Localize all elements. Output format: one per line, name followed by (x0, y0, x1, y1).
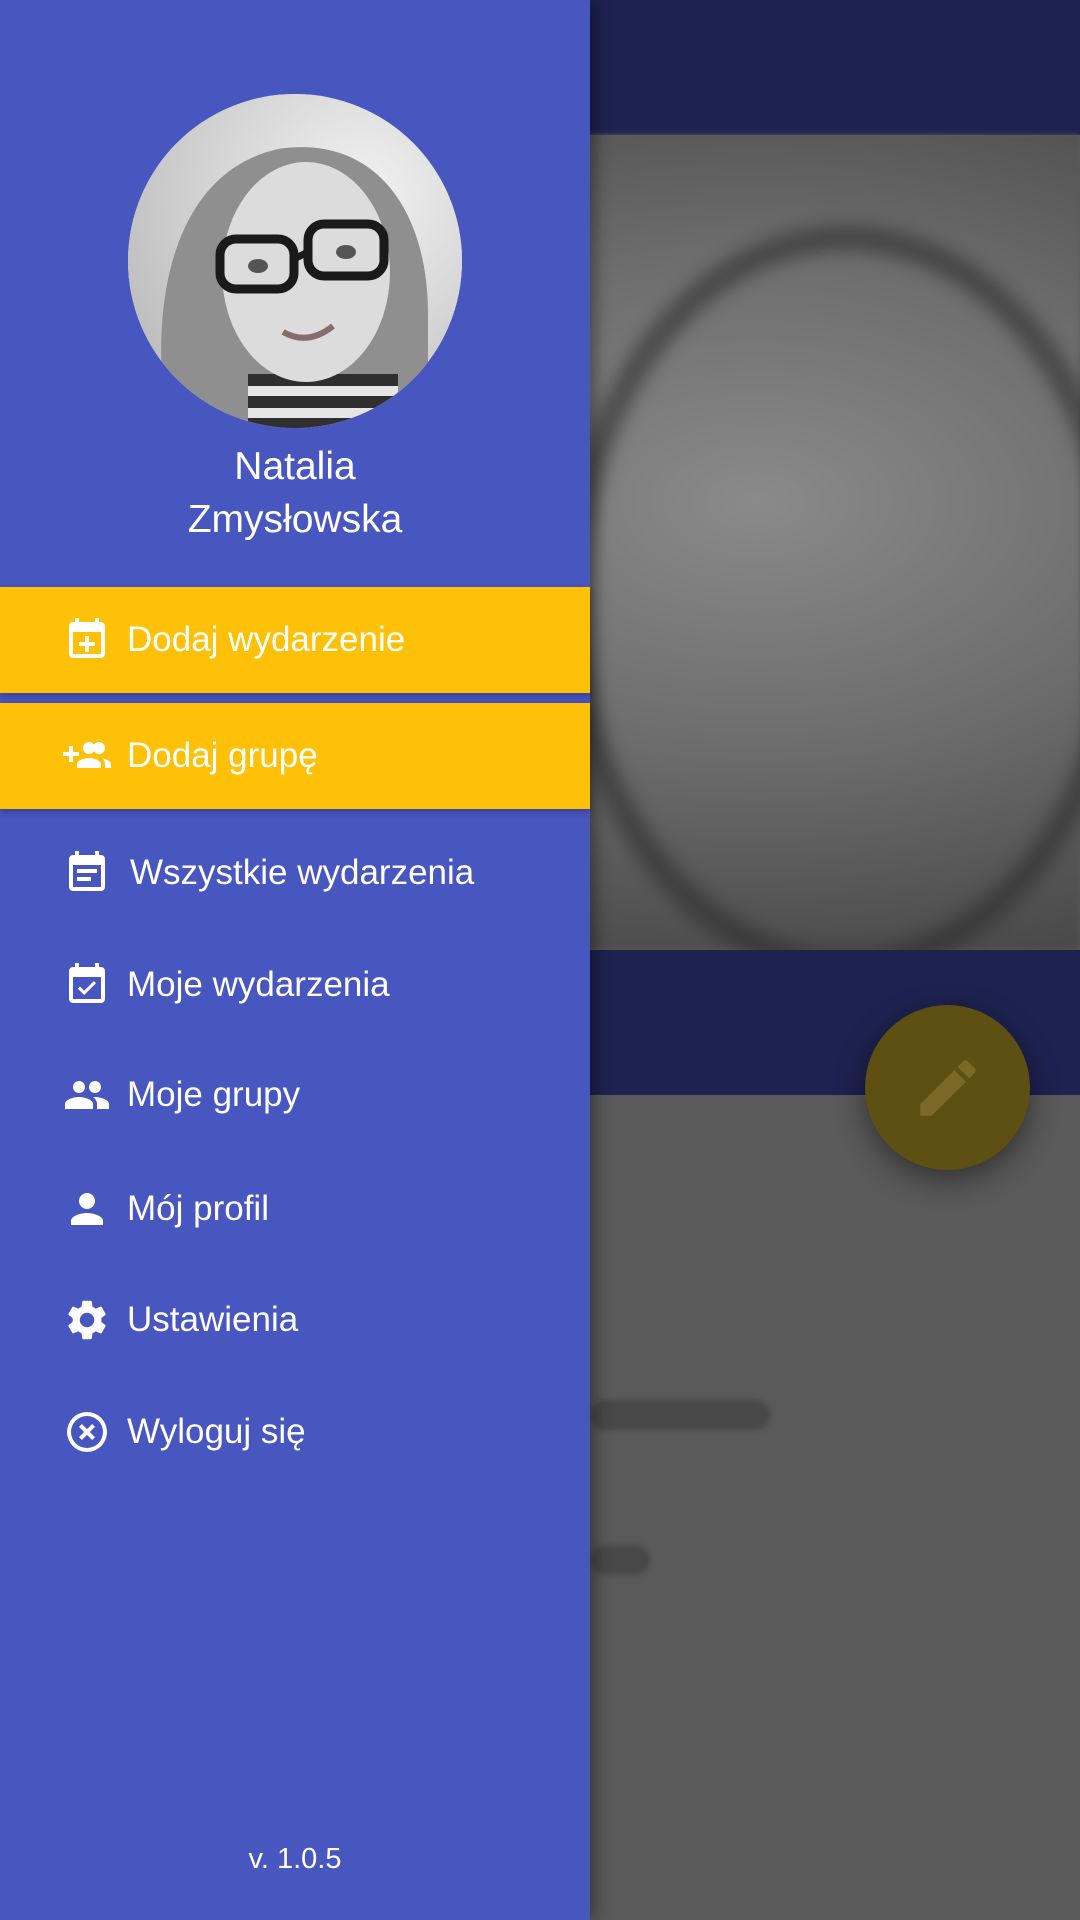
menu-item-label: Dodaj grupę (127, 736, 318, 775)
menu-item-my-groups[interactable]: Moje grupy (0, 1042, 590, 1148)
menu-item-my-profile[interactable]: Mój profil (0, 1156, 590, 1262)
menu-item-logout[interactable]: Wyloguj się (0, 1379, 590, 1485)
app-version: v. 1.0.5 (248, 1843, 342, 1875)
menu-item-label: Moje grupy (127, 1075, 301, 1114)
menu-item-all-events[interactable]: Wszystkie wydarzenia (0, 820, 590, 926)
background-text-line (590, 1545, 650, 1575)
menu-item-add-group[interactable]: Dodaj grupę (0, 703, 590, 809)
background-edit-fab (865, 1005, 1030, 1170)
menu-item-label: Ustawienia (127, 1300, 299, 1339)
menu-item-label: Dodaj wydarzenie (127, 620, 406, 659)
calendar-list-icon (63, 849, 111, 897)
menu-item-label: Wyloguj się (127, 1412, 306, 1451)
app-screen: Natalia Zmysłowska Dodaj wydarzenie Doda… (0, 0, 1080, 1920)
background-text-line (590, 1400, 770, 1430)
menu-item-label: Mój profil (127, 1189, 269, 1228)
menu-item-my-events[interactable]: Moje wydarzenia (0, 932, 590, 1038)
group-add-icon (63, 732, 111, 780)
user-last-name: Zmysłowska (187, 498, 403, 541)
background-photo-detail (560, 225, 1080, 977)
avatar[interactable] (128, 94, 462, 428)
user-name: Natalia Zmysłowska (0, 440, 590, 546)
menu-item-label: Wszystkie wydarzenia (130, 853, 475, 892)
person-icon (63, 1185, 111, 1233)
menu-item-add-event[interactable]: Dodaj wydarzenie (0, 587, 590, 693)
calendar-check-icon (63, 961, 111, 1009)
gear-icon (63, 1296, 111, 1344)
people-icon (63, 1071, 111, 1119)
navigation-drawer: Natalia Zmysłowska Dodaj wydarzenie Doda… (0, 0, 590, 1920)
menu-item-settings[interactable]: Ustawienia (0, 1267, 590, 1373)
close-circle-icon (63, 1408, 111, 1456)
pencil-icon (919, 1059, 976, 1116)
calendar-add-icon (63, 616, 111, 664)
user-first-name: Natalia (234, 445, 356, 488)
avatar-photo (128, 94, 462, 428)
menu-item-label: Moje wydarzenia (127, 965, 390, 1004)
